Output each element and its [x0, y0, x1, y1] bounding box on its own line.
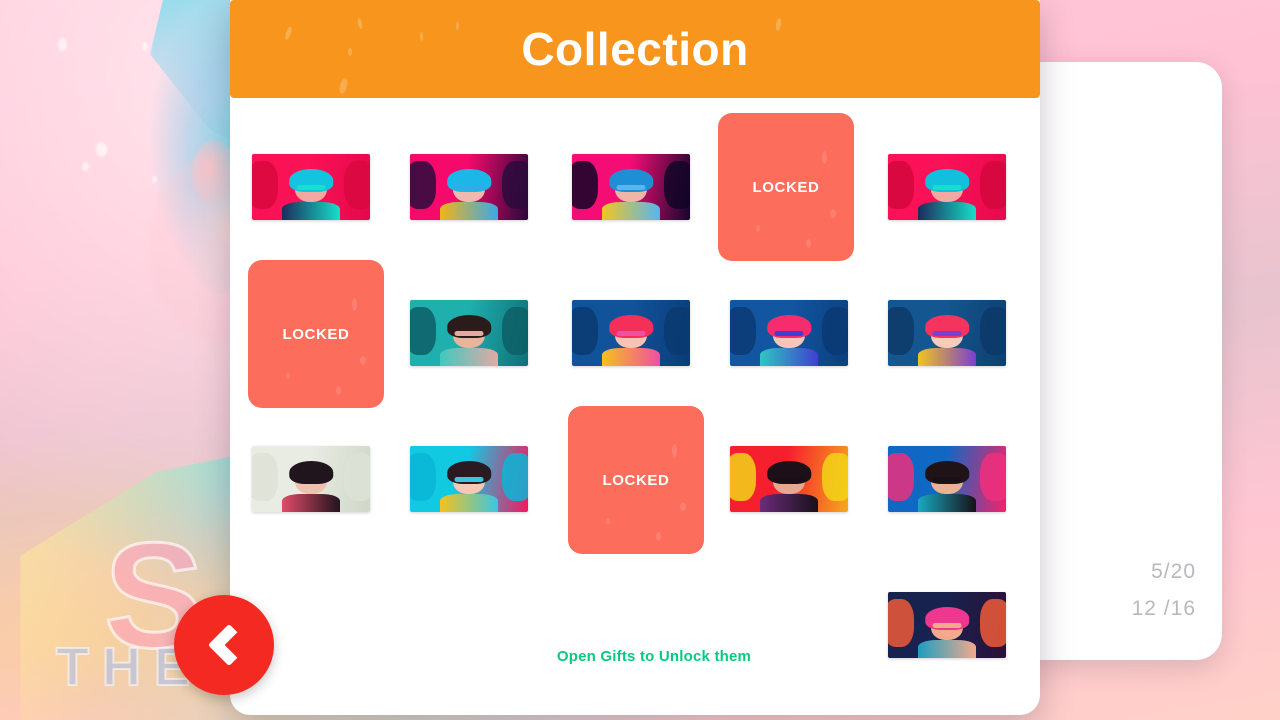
locked-card-speck	[606, 518, 610, 525]
collection-item-8[interactable]	[572, 300, 690, 366]
app-root: S THE ★ YOUR TARGET? ♥ COLLECTION ed: 5/…	[0, 0, 1280, 720]
collection-thumbnail	[888, 446, 1006, 512]
background-speck	[152, 176, 157, 183]
collection-artwork	[730, 300, 848, 366]
locked-label: LOCKED	[602, 471, 670, 489]
collection-artwork	[888, 446, 1006, 512]
background-speck	[142, 42, 148, 51]
background-speck	[58, 38, 67, 51]
header-speck	[283, 25, 294, 41]
collection-artwork	[572, 154, 690, 220]
collection-item-4[interactable]: LOCKED	[718, 113, 854, 261]
background-speck	[82, 162, 89, 171]
collection-item-14[interactable]	[730, 446, 848, 512]
locked-card-speck	[360, 356, 366, 365]
collection-item-1[interactable]	[252, 154, 370, 220]
collection-thumbnail	[730, 300, 848, 366]
locked-card: LOCKED	[248, 260, 384, 408]
collection-thumbnail	[252, 446, 370, 512]
collection-item-15[interactable]	[888, 446, 1006, 512]
collection-artwork	[410, 300, 528, 366]
collection-artwork	[730, 446, 848, 512]
locked-label: LOCKED	[282, 325, 350, 343]
collection-item-7[interactable]	[410, 300, 528, 366]
locked-label: LOCKED	[752, 178, 820, 196]
collection-thumbnail	[572, 154, 690, 220]
header-speck	[348, 48, 352, 56]
background-speck	[96, 142, 107, 157]
unlock-hint-text: Open Gifts to Unlock them	[556, 648, 752, 665]
header-speck	[338, 77, 349, 95]
collection-item-3[interactable]	[572, 154, 690, 220]
locked-card-speck	[830, 209, 836, 218]
chevron-left-icon	[207, 623, 251, 667]
collection-item-5[interactable]	[888, 154, 1006, 220]
collection-modal: Collection LOCKED LOCKED LOCKED Open Gifts…	[230, 0, 1040, 715]
collection-item-11[interactable]	[252, 446, 370, 512]
collection-artwork	[410, 154, 528, 220]
stats-value: 12 /16	[1131, 597, 1196, 620]
locked-card-speck	[352, 298, 357, 311]
background-character-ear	[192, 140, 234, 204]
collection-item-10[interactable]	[888, 300, 1006, 366]
collection-thumbnail	[410, 446, 528, 512]
collection-thumbnail	[252, 154, 370, 220]
collection-item-6[interactable]: LOCKED	[248, 260, 384, 408]
collection-item-9[interactable]	[730, 300, 848, 366]
header-speck	[456, 22, 459, 30]
collection-thumbnail	[572, 300, 690, 366]
stats-value: 5/20	[1151, 560, 1196, 583]
header-speck	[420, 32, 423, 41]
locked-card-speck	[806, 239, 811, 248]
locked-card-speck	[286, 372, 290, 379]
collection-grid: LOCKED LOCKED LOCKED	[230, 98, 1040, 658]
collection-item-2[interactable]	[410, 154, 528, 220]
collection-artwork	[572, 300, 690, 366]
collection-artwork	[888, 154, 1006, 220]
locked-card-speck	[672, 444, 677, 457]
locked-card-speck	[680, 502, 686, 511]
locked-card-speck	[756, 225, 760, 232]
collection-thumbnail	[410, 154, 528, 220]
header-speck	[774, 17, 783, 32]
page-title: Collection	[521, 23, 749, 75]
locked-card-speck	[336, 386, 341, 395]
collection-artwork	[252, 446, 370, 512]
collection-thumbnail	[410, 300, 528, 366]
collection-item-12[interactable]	[410, 446, 528, 512]
collection-thumbnail	[888, 154, 1006, 220]
locked-card-speck	[822, 151, 827, 164]
modal-header: Collection	[230, 0, 1040, 98]
collection-artwork	[410, 446, 528, 512]
back-button[interactable]	[174, 595, 274, 695]
collection-thumbnail	[888, 300, 1006, 366]
collection-artwork	[888, 300, 1006, 366]
collection-item-13[interactable]: LOCKED	[568, 406, 704, 554]
locked-card: LOCKED	[568, 406, 704, 554]
unlock-hint: Open Gifts to Unlock them	[230, 648, 1040, 665]
header-speck	[356, 17, 364, 30]
locked-card-speck	[656, 532, 661, 541]
collection-thumbnail	[730, 446, 848, 512]
locked-card: LOCKED	[718, 113, 854, 261]
collection-artwork	[252, 154, 370, 220]
